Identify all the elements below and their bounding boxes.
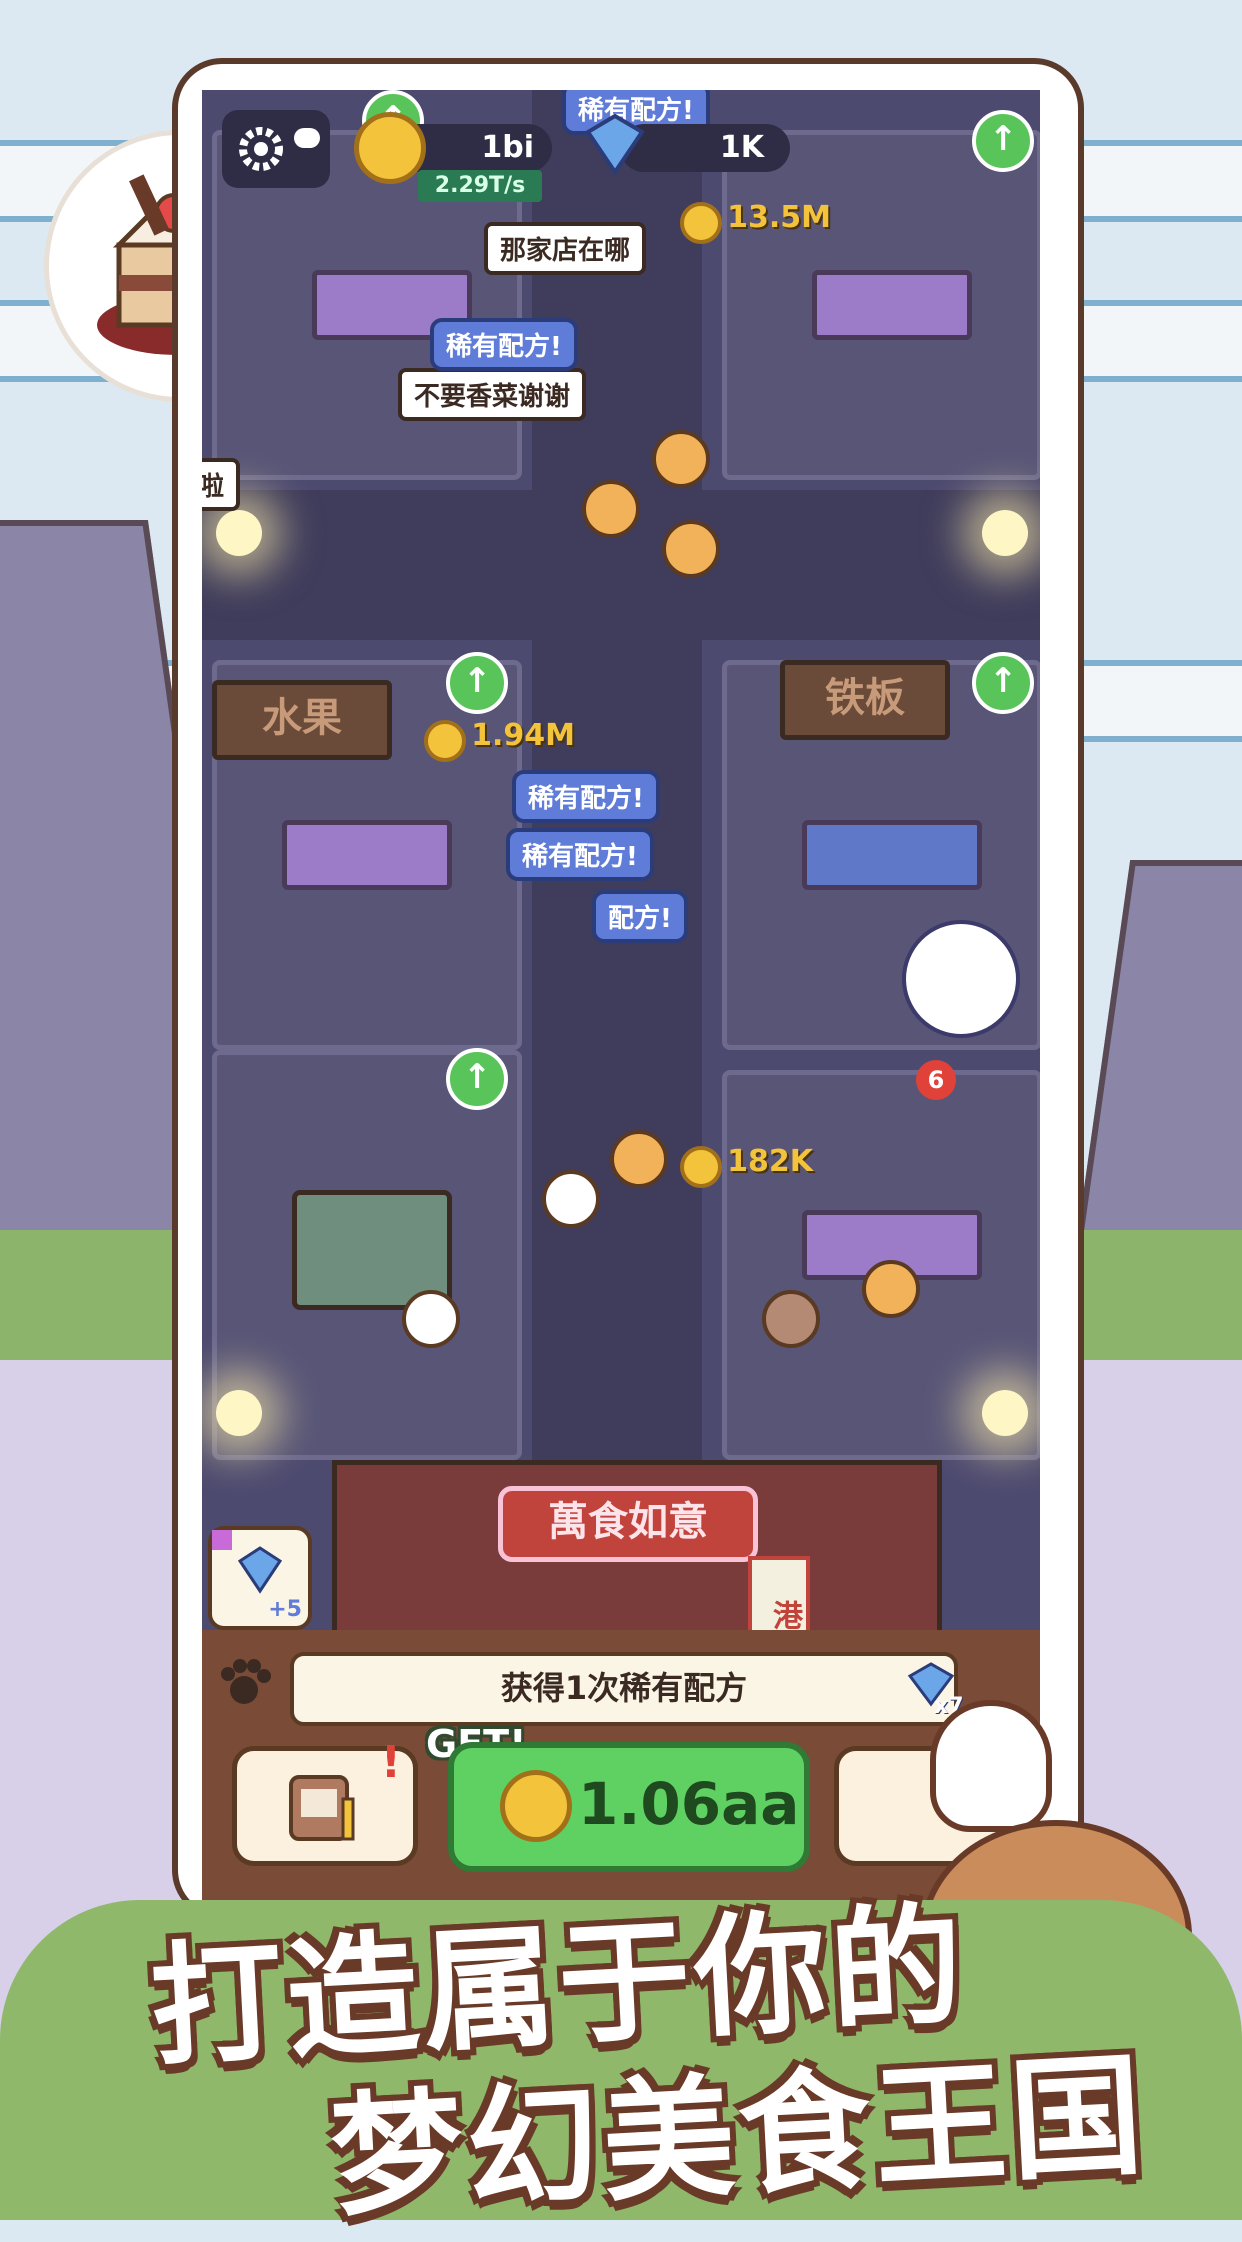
upgrade-arrow-icon[interactable]: ↑: [972, 652, 1034, 714]
video-ad-icon: [212, 1530, 232, 1550]
speech-bubble: 那家店在哪: [484, 222, 647, 275]
earning-top-center: 13.5M: [680, 200, 831, 244]
coin-icon: [680, 201, 722, 244]
cat-customer: [662, 520, 720, 578]
street-lamp: [216, 510, 262, 556]
gem-icon: [237, 1546, 283, 1594]
hippo-customer: [762, 1290, 820, 1348]
coin-icon: [680, 1145, 722, 1188]
alert-icon: !: [380, 1737, 401, 1788]
upgrade-arrow-icon[interactable]: ↑: [446, 652, 508, 714]
paw-icon: [214, 1652, 274, 1712]
earning-fruit-stall: 1.94M: [424, 718, 575, 762]
panda-customer: [542, 1170, 600, 1228]
gem-ad-button[interactable]: +5: [208, 1526, 312, 1630]
notice-gem: x7: [906, 1662, 964, 1719]
iron-plate-stall-sign: 铁板: [780, 660, 950, 740]
street-lamp: [216, 1390, 262, 1436]
stall-counter: [802, 820, 982, 890]
recipe-book-button[interactable]: !: [232, 1737, 418, 1866]
coin-icon: [500, 1770, 572, 1842]
cat-customer: [652, 430, 710, 488]
rare-recipe-bubble[interactable]: 稀有配方!: [506, 828, 654, 881]
stall-counter: [282, 820, 452, 890]
speech-bubble: 啦: [202, 458, 241, 511]
street-lamp: [982, 510, 1028, 556]
cash-rate: 2.29T/s: [418, 170, 542, 202]
gem-icon: [585, 113, 645, 176]
pointer-hand-icon: [930, 1700, 1052, 1832]
upgrade-arrow-icon[interactable]: ↑: [972, 110, 1034, 172]
bunny-chef: [902, 920, 1020, 1038]
cloud-sync-icon: [294, 128, 320, 148]
stall-counter: [812, 270, 972, 340]
rare-recipe-bubble[interactable]: 稀有配方!: [512, 770, 660, 823]
gate-sign: 萬食如意: [498, 1486, 758, 1562]
coin-icon: [424, 719, 466, 762]
panda-customer: [402, 1290, 460, 1348]
upgrade-arrow-icon[interactable]: ↑: [446, 1048, 508, 1110]
rare-recipe-bubble[interactable]: 稀有配方!: [430, 318, 578, 371]
collect-get-button[interactable]: 1.06aa: [448, 1742, 810, 1872]
gear-icon: [239, 127, 283, 171]
coin-icon: [354, 112, 426, 184]
notice-bar[interactable]: 获得1次稀有配方: [290, 1652, 958, 1726]
recipe-book-icon: [289, 1775, 355, 1841]
settings-button[interactable]: [222, 110, 330, 188]
rare-recipe-bubble[interactable]: 配方!: [592, 890, 688, 943]
cat-customer: [610, 1130, 668, 1188]
queue-count-badge: 6: [916, 1060, 956, 1100]
street-lamp: [982, 1390, 1028, 1436]
fruit-stall-sign: 水果: [212, 680, 392, 760]
cat-customer: [582, 480, 640, 538]
earning-lower-right: 182K: [680, 1144, 813, 1188]
speech-bubble: 不要香菜谢谢: [398, 368, 587, 421]
cat-customer: [862, 1260, 920, 1318]
